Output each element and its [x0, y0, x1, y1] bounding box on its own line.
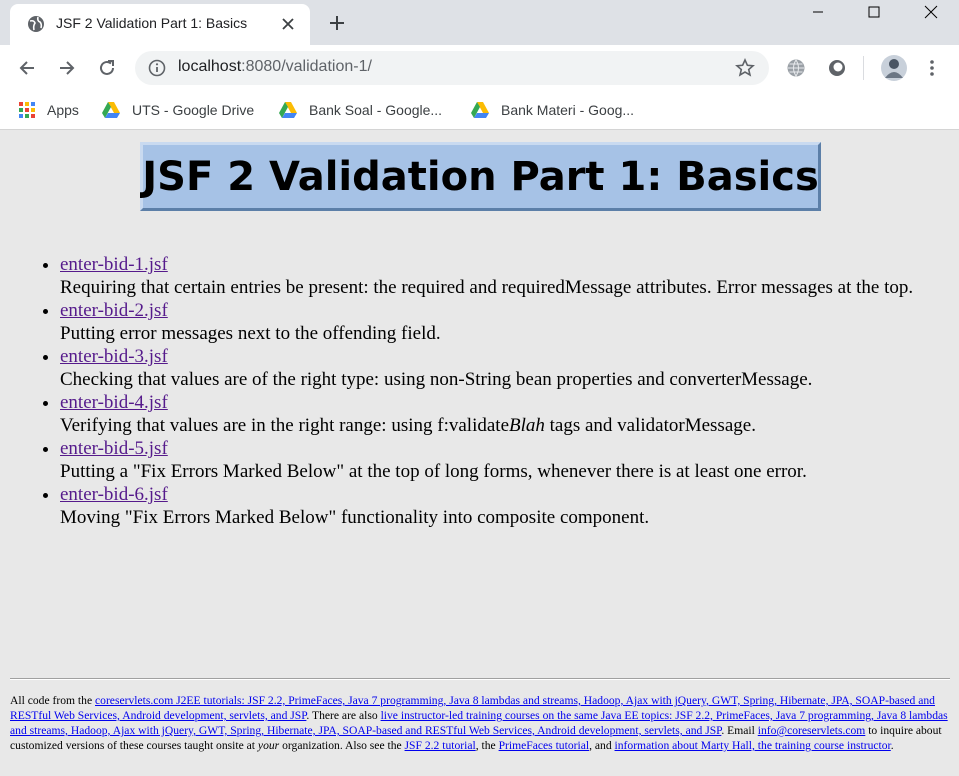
footer-emphasis: your [257, 739, 280, 752]
globe-extension-icon [787, 59, 805, 77]
desc-part: Verifying that values are in the right r… [60, 415, 509, 436]
profile-button[interactable] [880, 54, 908, 82]
bookmark-label: Bank Soal - Google... [309, 102, 443, 118]
minimize-icon [813, 11, 823, 13]
browser-toolbar: localhost:8080/validation-1/ [0, 45, 959, 91]
bookmark-label: Apps [47, 102, 79, 118]
instructor-info-link[interactable]: information about Marty Hall, the traini… [615, 739, 891, 752]
enter-bid-4-link[interactable]: enter-bid-4.jsf [60, 392, 168, 413]
footer-fragment: , and [589, 739, 615, 752]
enter-bid-6-link[interactable]: enter-bid-6.jsf [60, 484, 168, 505]
google-drive-icon [102, 102, 120, 118]
jsf-tutorial-link[interactable]: JSF 2.2 tutorial [405, 739, 476, 752]
minimize-button[interactable] [795, 0, 841, 24]
forward-button[interactable] [55, 56, 79, 80]
browser-tab[interactable]: JSF 2 Validation Part 1: Basics [10, 4, 310, 45]
google-drive-icon [279, 102, 297, 118]
back-button[interactable] [15, 56, 39, 80]
item-description: Requiring that certain entries be presen… [60, 277, 914, 298]
footer-fragment: , the [475, 739, 499, 752]
apps-grid-icon [19, 102, 35, 118]
email-link[interactable]: info@coreservlets.com [758, 724, 866, 737]
close-icon [924, 5, 938, 19]
arrow-right-icon [60, 61, 75, 75]
info-icon[interactable] [148, 59, 166, 77]
avatar-icon [881, 55, 907, 81]
page-title-box: JSF 2 Validation Part 1: Basics [140, 142, 821, 211]
window-close-button[interactable] [908, 0, 954, 24]
footer-fragment: All code from the [10, 694, 95, 707]
kebab-menu-icon [930, 60, 934, 76]
tab-strip: JSF 2 Validation Part 1: Basics [0, 0, 959, 45]
reload-icon [100, 60, 114, 75]
desc-part: tags and validatorMessage. [544, 415, 756, 436]
item-description: Putting error messages next to the offen… [60, 323, 441, 344]
example-list: enter-bid-1.jsf Requiring that certain e… [0, 253, 959, 529]
enter-bid-2-link[interactable]: enter-bid-2.jsf [60, 300, 168, 321]
list-item: enter-bid-4.jsf Verifying that values ar… [60, 391, 959, 437]
bookmark-label: UTS - Google Drive [132, 102, 255, 118]
menu-button[interactable] [920, 56, 944, 80]
item-description: Verifying that values are in the right r… [60, 415, 756, 436]
reload-button[interactable] [95, 56, 119, 80]
enter-bid-5-link[interactable]: enter-bid-5.jsf [60, 438, 168, 459]
globe-icon [28, 16, 44, 32]
google-drive-icon [471, 102, 489, 118]
arrow-left-icon [19, 61, 34, 75]
footer-text: All code from the coreservlets.com J2EE … [10, 693, 952, 753]
bookmarks-bar: Apps UTS - Google Drive Bank Soal - Goog… [0, 91, 959, 130]
new-tab-icon[interactable] [327, 13, 347, 33]
footer-fragment: . Email [721, 724, 758, 737]
footer-fragment: . There are also [306, 709, 381, 722]
close-tab-icon[interactable] [280, 16, 296, 32]
maximize-button[interactable] [851, 0, 897, 24]
address-bar[interactable]: localhost:8080/validation-1/ [135, 51, 769, 85]
url-text[interactable]: localhost:8080/validation-1/ [178, 58, 372, 76]
extension-globe-button[interactable] [784, 56, 808, 80]
enter-bid-3-link[interactable]: enter-bid-3.jsf [60, 346, 168, 367]
list-item: enter-bid-5.jsf Putting a "Fix Errors Ma… [60, 437, 959, 483]
list-item: enter-bid-1.jsf Requiring that certain e… [60, 253, 959, 299]
enter-bid-1-link[interactable]: enter-bid-1.jsf [60, 254, 168, 275]
extension-record-button[interactable] [825, 56, 849, 80]
page-content: JSF 2 Validation Part 1: Basics enter-bi… [0, 131, 959, 776]
item-description: Checking that values are of the right ty… [60, 369, 813, 390]
tab-title: JSF 2 Validation Part 1: Basics [56, 15, 248, 31]
bookmark-bank-materi[interactable]: Bank Materi - Goog... [470, 99, 634, 121]
list-item: enter-bid-3.jsf Checking that values are… [60, 345, 959, 391]
bookmark-uts-drive[interactable]: UTS - Google Drive [101, 99, 254, 121]
primefaces-tutorial-link[interactable]: PrimeFaces tutorial [499, 739, 589, 752]
list-item: enter-bid-2.jsf Putting error messages n… [60, 299, 959, 345]
list-item: enter-bid-6.jsf Moving "Fix Errors Marke… [60, 483, 959, 529]
star-icon[interactable] [735, 58, 755, 78]
item-description: Putting a "Fix Errors Marked Below" at t… [60, 461, 807, 482]
record-extension-icon [829, 60, 845, 76]
toolbar-separator [863, 56, 864, 80]
url-path: :8080/validation-1/ [241, 58, 372, 75]
url-host: localhost [178, 58, 242, 75]
footer-fragment: organization. Also see the [279, 739, 405, 752]
maximize-icon [868, 6, 880, 18]
bookmark-bank-soal[interactable]: Bank Soal - Google... [278, 99, 442, 121]
page-title: JSF 2 Validation Part 1: Basics [142, 153, 819, 200]
desc-emphasis: Blah [509, 415, 545, 436]
footer-divider [10, 678, 950, 680]
item-description: Moving "Fix Errors Marked Below" functio… [60, 507, 650, 528]
footer-fragment: . [890, 739, 894, 752]
bookmark-apps[interactable]: Apps [18, 99, 79, 121]
bookmark-label: Bank Materi - Goog... [501, 102, 635, 118]
